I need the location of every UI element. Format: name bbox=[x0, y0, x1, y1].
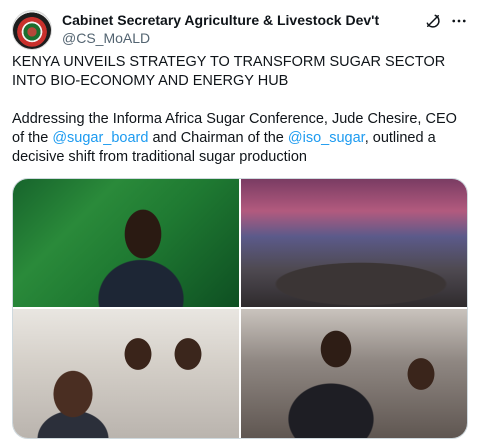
media-grid bbox=[12, 178, 468, 439]
photo-conference-hall-audience[interactable] bbox=[241, 179, 467, 307]
author-display-name[interactable]: Cabinet Secretary Agriculture & Livestoc… bbox=[62, 11, 379, 29]
photo-speaker-at-podium[interactable] bbox=[13, 179, 239, 307]
tweet-body: Addressing the Informa Africa Sugar Conf… bbox=[12, 110, 468, 167]
avatar[interactable] bbox=[12, 10, 52, 50]
author-handle[interactable]: @CS_MoALD bbox=[62, 29, 379, 47]
grok-icon[interactable] bbox=[424, 12, 442, 30]
photo-delegates-greeting[interactable] bbox=[241, 309, 467, 438]
author-names: Cabinet Secretary Agriculture & Livestoc… bbox=[62, 11, 379, 47]
tweet-headline: KENYA UNVEILS STRATEGY TO TRANSFORM SUGA… bbox=[12, 54, 446, 89]
tweet-header: Cabinet Secretary Agriculture & Livestoc… bbox=[12, 10, 468, 50]
mention-iso-sugar[interactable]: @iso_sugar bbox=[288, 130, 365, 146]
tweet-text: KENYA UNVEILS STRATEGY TO TRANSFORM SUGA… bbox=[12, 53, 468, 167]
photo-seated-delegates[interactable] bbox=[13, 309, 239, 438]
mention-sugar-board[interactable]: @sugar_board bbox=[52, 130, 148, 146]
tweet-body-middle: and Chairman of the bbox=[148, 130, 288, 146]
more-options-icon[interactable] bbox=[450, 12, 468, 30]
